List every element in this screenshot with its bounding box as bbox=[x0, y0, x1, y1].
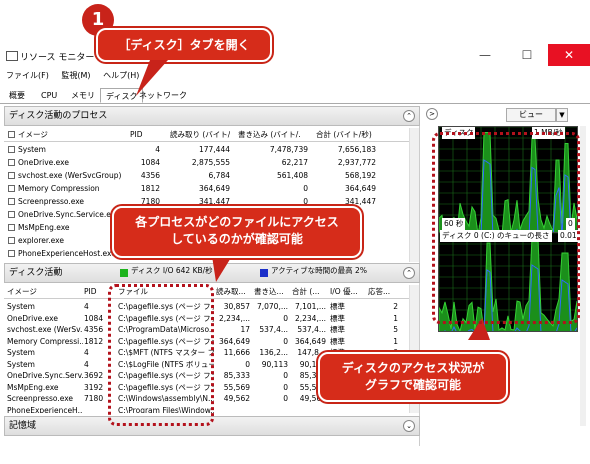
file-callout-pointer bbox=[212, 256, 232, 282]
graph-callout: ディスクのアクセス状況が グラフで確認可能 bbox=[318, 352, 508, 402]
graph-line-2: グラフで確認可能 bbox=[364, 378, 461, 392]
file-access-line-1: 各プロセスがどのファイルにアクセス bbox=[135, 215, 339, 229]
graph-highlight-box bbox=[432, 132, 580, 324]
file-access-line-2: しているのかが確認可能 bbox=[171, 232, 303, 246]
graph-line-1: ディスクのアクセス状況が bbox=[341, 361, 485, 375]
step-callout-pointer bbox=[136, 60, 168, 96]
file-column-highlight-box bbox=[108, 284, 214, 426]
file-access-callout: 各プロセスがどのファイルにアクセス しているのかが確認可能 bbox=[112, 206, 362, 258]
